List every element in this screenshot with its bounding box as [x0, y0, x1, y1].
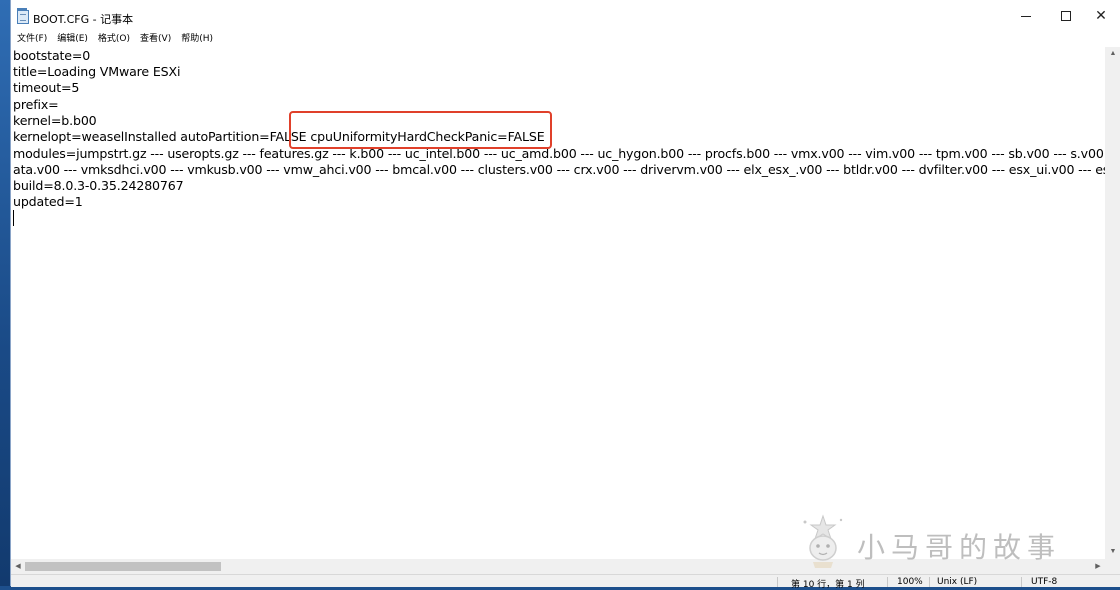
watermark-text: 小马哥的故事	[857, 531, 1062, 564]
text-line[interactable]: kernel=b.b00	[13, 113, 97, 129]
text-line[interactable]: ata.v00 --- vmksdhci.v00 --- vmkusb.v00 …	[13, 162, 1105, 178]
scrollbar-corner	[1105, 559, 1120, 574]
menu-bar: 文件(F) 编辑(E) 格式(O) 查看(V) 帮助(H)	[11, 32, 1120, 46]
arrow-down-icon[interactable]: ▼	[1105, 545, 1120, 559]
text-line[interactable]: timeout=5	[13, 80, 79, 96]
text-line[interactable]: build=8.0.3-0.35.24280767	[13, 178, 184, 194]
status-bar: 第 10 行，第 1 列 100% Unix (LF) UTF-8	[11, 574, 1120, 590]
maximize-icon	[1061, 11, 1071, 21]
close-button[interactable]: ✕	[1081, 0, 1120, 32]
notepad-icon	[17, 8, 29, 24]
menu-help[interactable]: 帮助(H)	[176, 32, 218, 46]
text-line[interactable]: bootstate=0	[13, 48, 90, 64]
title-bar[interactable]: BOOT.CFG - 记事本 ✕	[11, 0, 1120, 32]
text-caret	[13, 210, 14, 226]
minimize-button[interactable]	[1006, 0, 1046, 32]
text-line[interactable]: title=Loading VMware ESXi	[13, 64, 180, 80]
window-title: BOOT.CFG - 记事本	[33, 13, 134, 26]
menu-file[interactable]: 文件(F)	[11, 32, 52, 46]
text-line[interactable]: prefix=	[13, 97, 59, 113]
vertical-scrollbar[interactable]	[1105, 47, 1120, 559]
text-editor[interactable]: bootstate=0 title=Loading VMware ESXi ti…	[11, 47, 1105, 559]
watermark: 小马哥的故事	[791, 512, 1081, 568]
menu-edit[interactable]: 编辑(E)	[52, 32, 93, 46]
minimize-icon	[1021, 15, 1031, 17]
arrow-up-icon[interactable]: ▲	[1105, 47, 1120, 61]
desktop-background	[0, 0, 10, 586]
maximize-button[interactable]	[1046, 0, 1086, 32]
text-line[interactable]: updated=1	[13, 194, 83, 210]
close-icon: ✕	[1095, 8, 1107, 24]
notepad-window: BOOT.CFG - 记事本 ✕ 文件(F) 编辑(E) 格式(O) 查看(V)…	[10, 0, 1120, 590]
arrow-right-icon[interactable]: ▶	[1091, 559, 1105, 574]
mascot-icon	[803, 514, 843, 568]
highlight-annotation-box	[289, 111, 552, 149]
menu-format[interactable]: 格式(O)	[93, 32, 135, 46]
text-line[interactable]: modules=jumpstrt.gz --- useropts.gz --- …	[13, 146, 1105, 162]
menu-view[interactable]: 查看(V)	[135, 32, 176, 46]
horizontal-scroll-thumb[interactable]	[25, 562, 221, 571]
arrow-left-icon[interactable]: ◀	[11, 559, 25, 574]
cursor-position: 第 10 行，第 1 列	[791, 580, 865, 590]
